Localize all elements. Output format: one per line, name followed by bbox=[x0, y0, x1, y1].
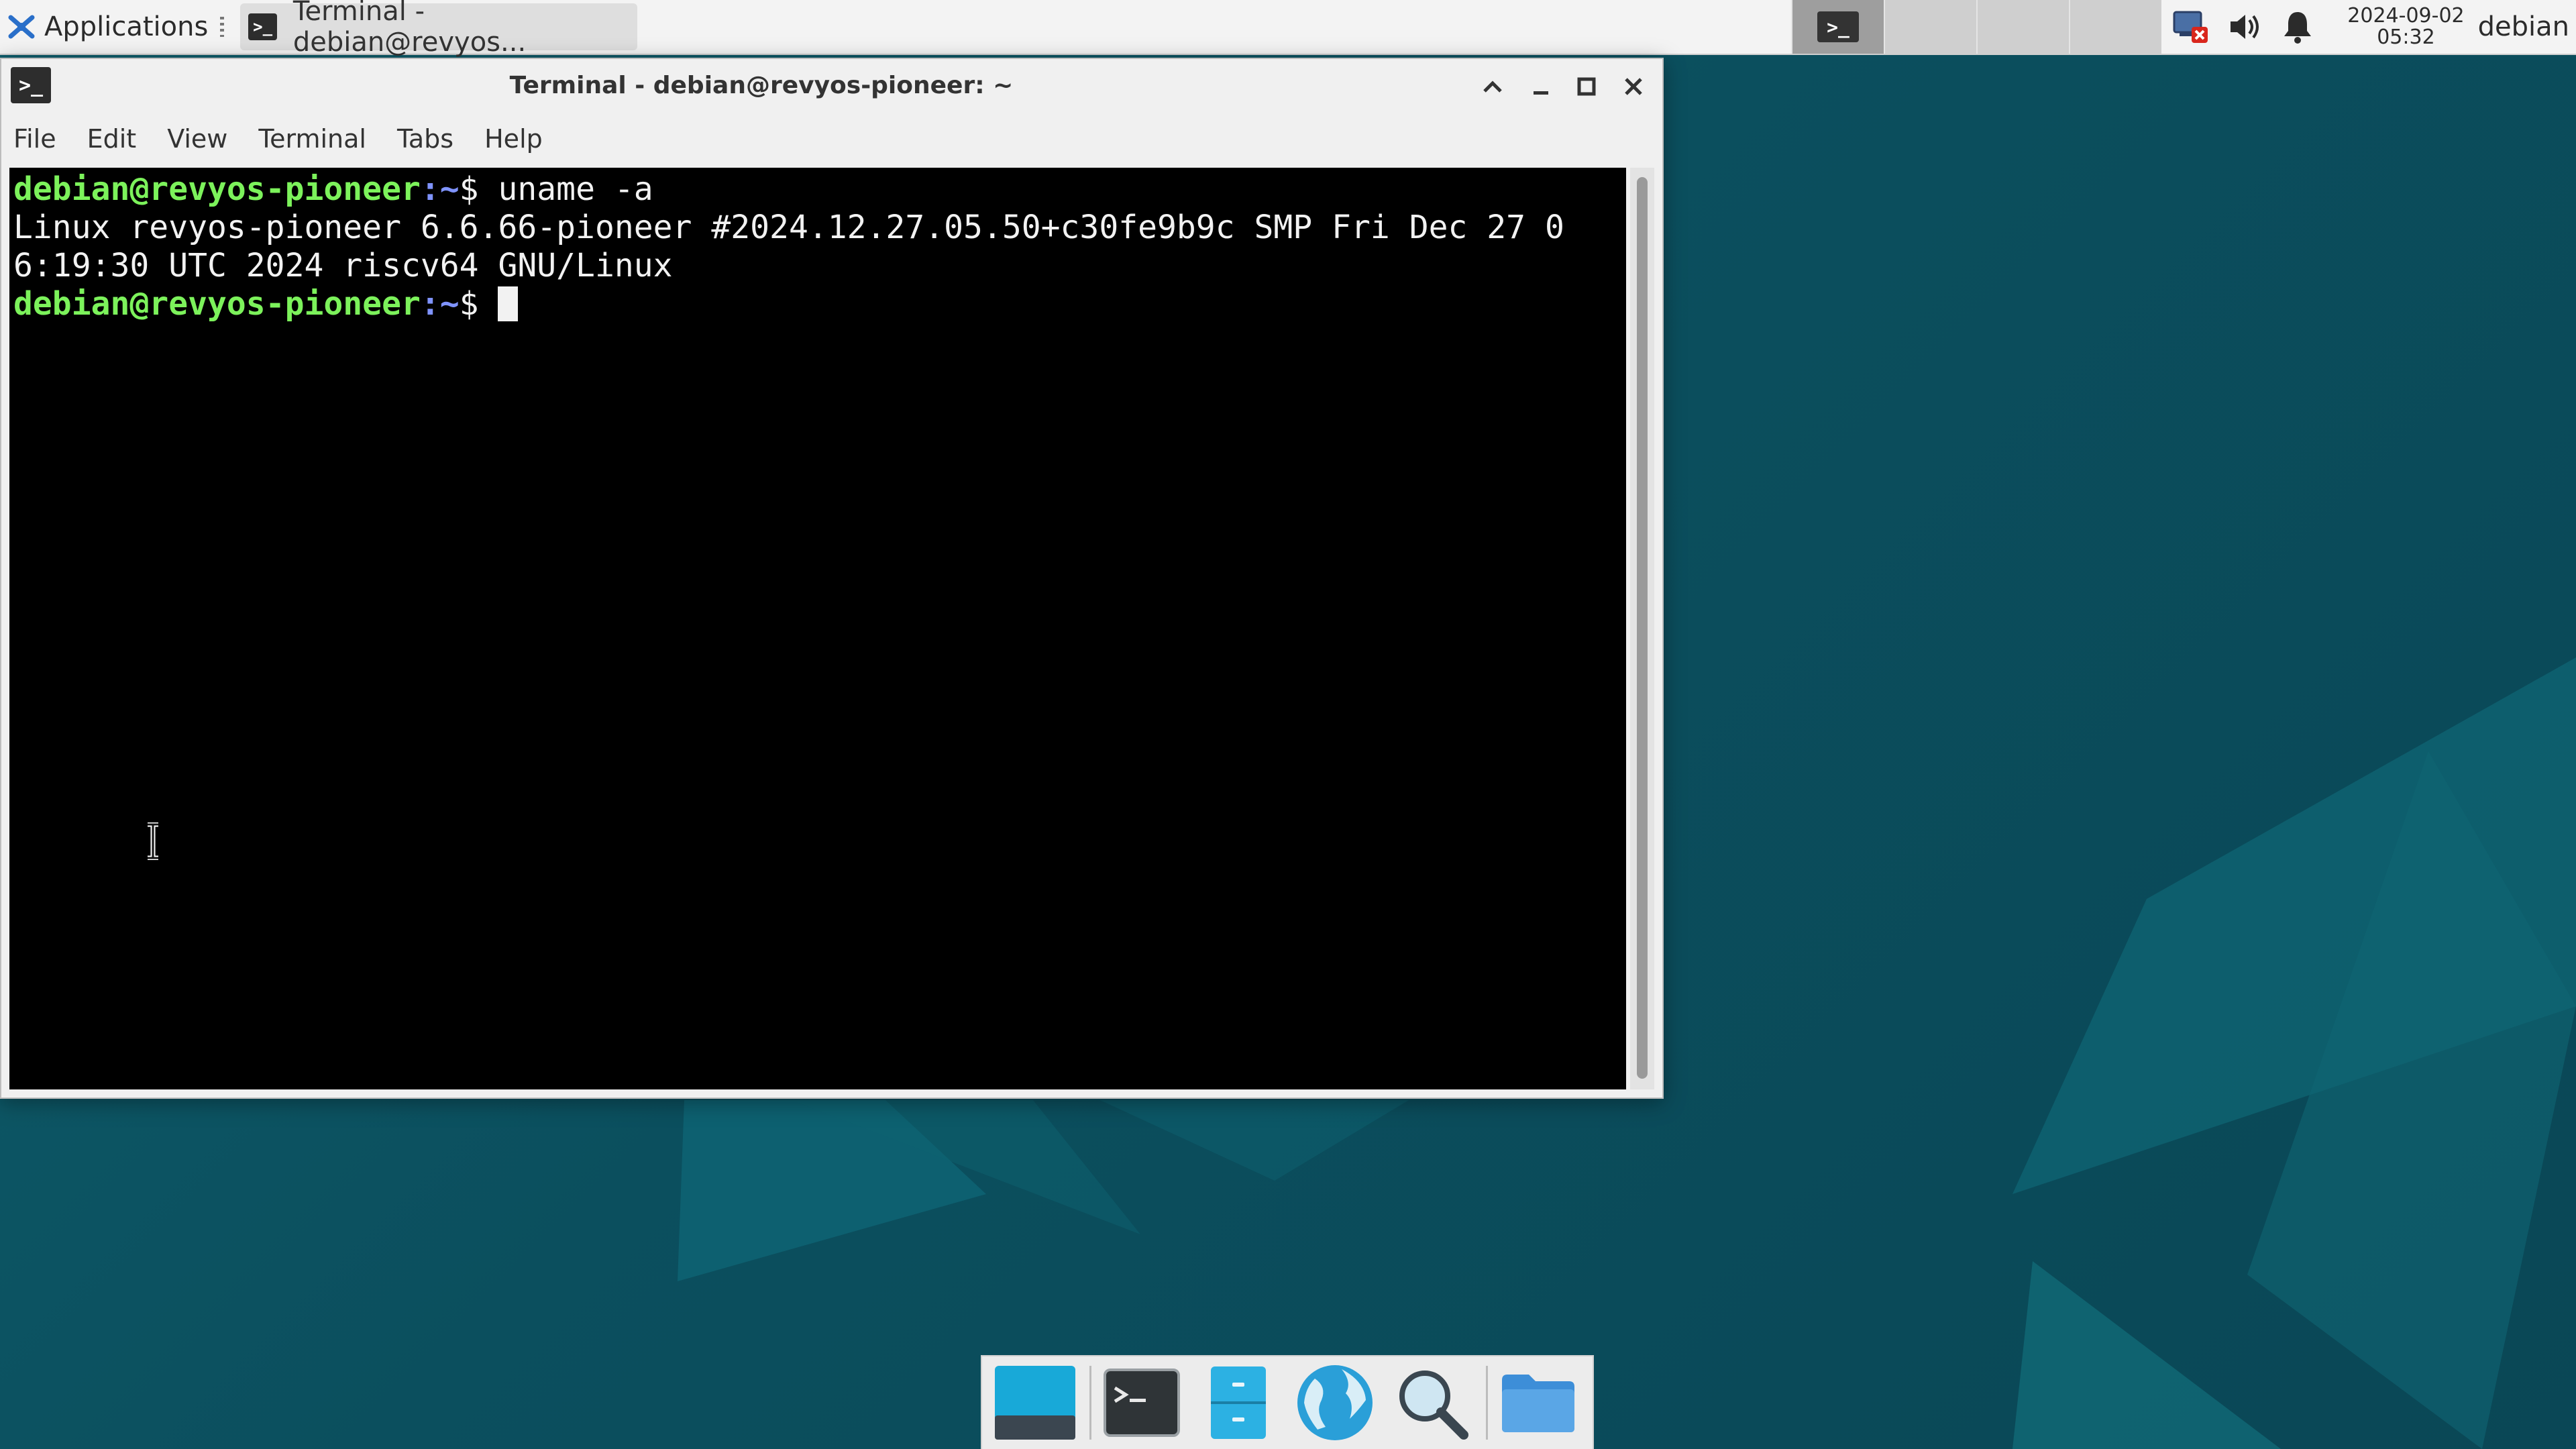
close-icon bbox=[1625, 78, 1642, 95]
chevron-up-icon bbox=[1483, 80, 1502, 93]
taskbar-terminal-title: Terminal - debian@revyos... bbox=[292, 0, 527, 58]
menu-help[interactable]: Help bbox=[484, 124, 543, 154]
clock-time: 05:32 bbox=[2377, 25, 2435, 49]
prompt-symbol: $ bbox=[459, 285, 498, 323]
search-icon bbox=[1399, 1371, 1468, 1440]
top-panel: Applications >_ Terminal - debian@revyos… bbox=[0, 0, 2576, 58]
dock-web-browser[interactable] bbox=[1289, 1361, 1381, 1444]
window-title: Terminal - debian@revyos-pioneer: ~ bbox=[509, 72, 1014, 99]
workspace-3[interactable] bbox=[1976, 0, 2069, 54]
menu-view[interactable]: View bbox=[167, 124, 227, 154]
minimize-icon bbox=[1534, 91, 1548, 95]
panel-handle-icon bbox=[220, 17, 225, 37]
menu-tabs[interactable]: Tabs bbox=[397, 124, 453, 154]
prompt-user: debian@revyos-pioneer bbox=[13, 170, 421, 208]
prompt-symbol: $ bbox=[459, 170, 498, 208]
workspace-4[interactable] bbox=[2069, 0, 2161, 54]
menu-terminal[interactable]: Terminal bbox=[258, 124, 366, 154]
window-titlebar[interactable]: >_ Terminal - debian@revyos-pioneer: ~ bbox=[1, 59, 1662, 113]
terminal-line: 6:19:30 UTC 2024 riscv64 GNU/Linux bbox=[13, 247, 673, 284]
user-menu[interactable]: debian bbox=[2478, 11, 2576, 42]
dock-file-manager[interactable] bbox=[1192, 1361, 1285, 1444]
scrollbar-thumb[interactable] bbox=[1637, 177, 1648, 1079]
clock[interactable]: 2024-09-02 05:32 bbox=[2347, 5, 2464, 48]
menu-file[interactable]: File bbox=[13, 124, 56, 154]
notification-bell-icon[interactable] bbox=[2277, 7, 2318, 47]
dock-separator bbox=[1486, 1366, 1488, 1440]
window-shade-button[interactable] bbox=[1474, 68, 1511, 105]
command-text: uname -a bbox=[498, 170, 653, 208]
workspace-switcher: >_ bbox=[1791, 0, 2161, 54]
terminal-window: >_ Terminal - debian@revyos-pioneer: ~ F… bbox=[0, 58, 1664, 1099]
globe-icon bbox=[1297, 1365, 1373, 1440]
bottom-dock bbox=[981, 1355, 1594, 1449]
applications-menu-button[interactable]: Applications bbox=[0, 0, 231, 54]
terminal-output[interactable]: debian@revyos-pioneer:~$ uname -a Linux … bbox=[9, 168, 1626, 1089]
prompt-user: debian@revyos-pioneer bbox=[13, 285, 421, 323]
network-disconnected-icon[interactable] bbox=[2170, 7, 2210, 47]
prompt-path: :~ bbox=[420, 285, 460, 323]
window-close-button[interactable] bbox=[1615, 68, 1652, 105]
workspace-1[interactable]: >_ bbox=[1791, 0, 1884, 54]
terminal-line: debian@revyos-pioneer:~$ bbox=[13, 285, 1622, 323]
terminal-icon bbox=[1104, 1368, 1180, 1437]
volume-icon[interactable] bbox=[2224, 7, 2264, 47]
show-desktop-icon bbox=[995, 1366, 1075, 1440]
applications-label: Applications bbox=[44, 11, 209, 42]
dock-app-finder[interactable] bbox=[1385, 1361, 1478, 1444]
workspace-2[interactable] bbox=[1884, 0, 1976, 54]
prompt-path: :~ bbox=[420, 170, 460, 208]
file-cabinet-icon bbox=[1211, 1366, 1266, 1439]
clock-date: 2024-09-02 bbox=[2347, 4, 2465, 28]
dock-home-folder[interactable] bbox=[1492, 1361, 1585, 1444]
text-cursor bbox=[498, 286, 519, 321]
taskbar-terminal-button[interactable]: >_ Terminal - debian@revyos... bbox=[240, 0, 638, 58]
terminal-icon: >_ bbox=[248, 13, 277, 40]
dock-separator bbox=[1089, 1366, 1091, 1440]
workspace-terminal-icon: >_ bbox=[1817, 11, 1859, 42]
dock-show-desktop[interactable] bbox=[989, 1361, 1081, 1444]
window-minimize-button[interactable] bbox=[1523, 68, 1559, 105]
system-tray: 2024-09-02 05:32 debian bbox=[2163, 0, 2576, 54]
xfce-logo-icon bbox=[8, 15, 35, 39]
terminal-scrollbar[interactable] bbox=[1630, 168, 1654, 1089]
window-maximize-button[interactable] bbox=[1568, 68, 1605, 105]
menu-edit[interactable]: Edit bbox=[87, 124, 137, 154]
terminal-line: debian@revyos-pioneer:~$ uname -a bbox=[13, 170, 1622, 209]
dock-terminal[interactable] bbox=[1095, 1361, 1188, 1444]
folder-icon bbox=[1502, 1375, 1574, 1432]
maximize-icon bbox=[1577, 77, 1596, 96]
terminal-line: Linux revyos-pioneer 6.6.66-pioneer #202… bbox=[13, 209, 1564, 246]
mouse-ibeam-cursor-icon bbox=[148, 822, 158, 860]
menu-bar: File Edit View Terminal Tabs Help bbox=[1, 115, 574, 162]
